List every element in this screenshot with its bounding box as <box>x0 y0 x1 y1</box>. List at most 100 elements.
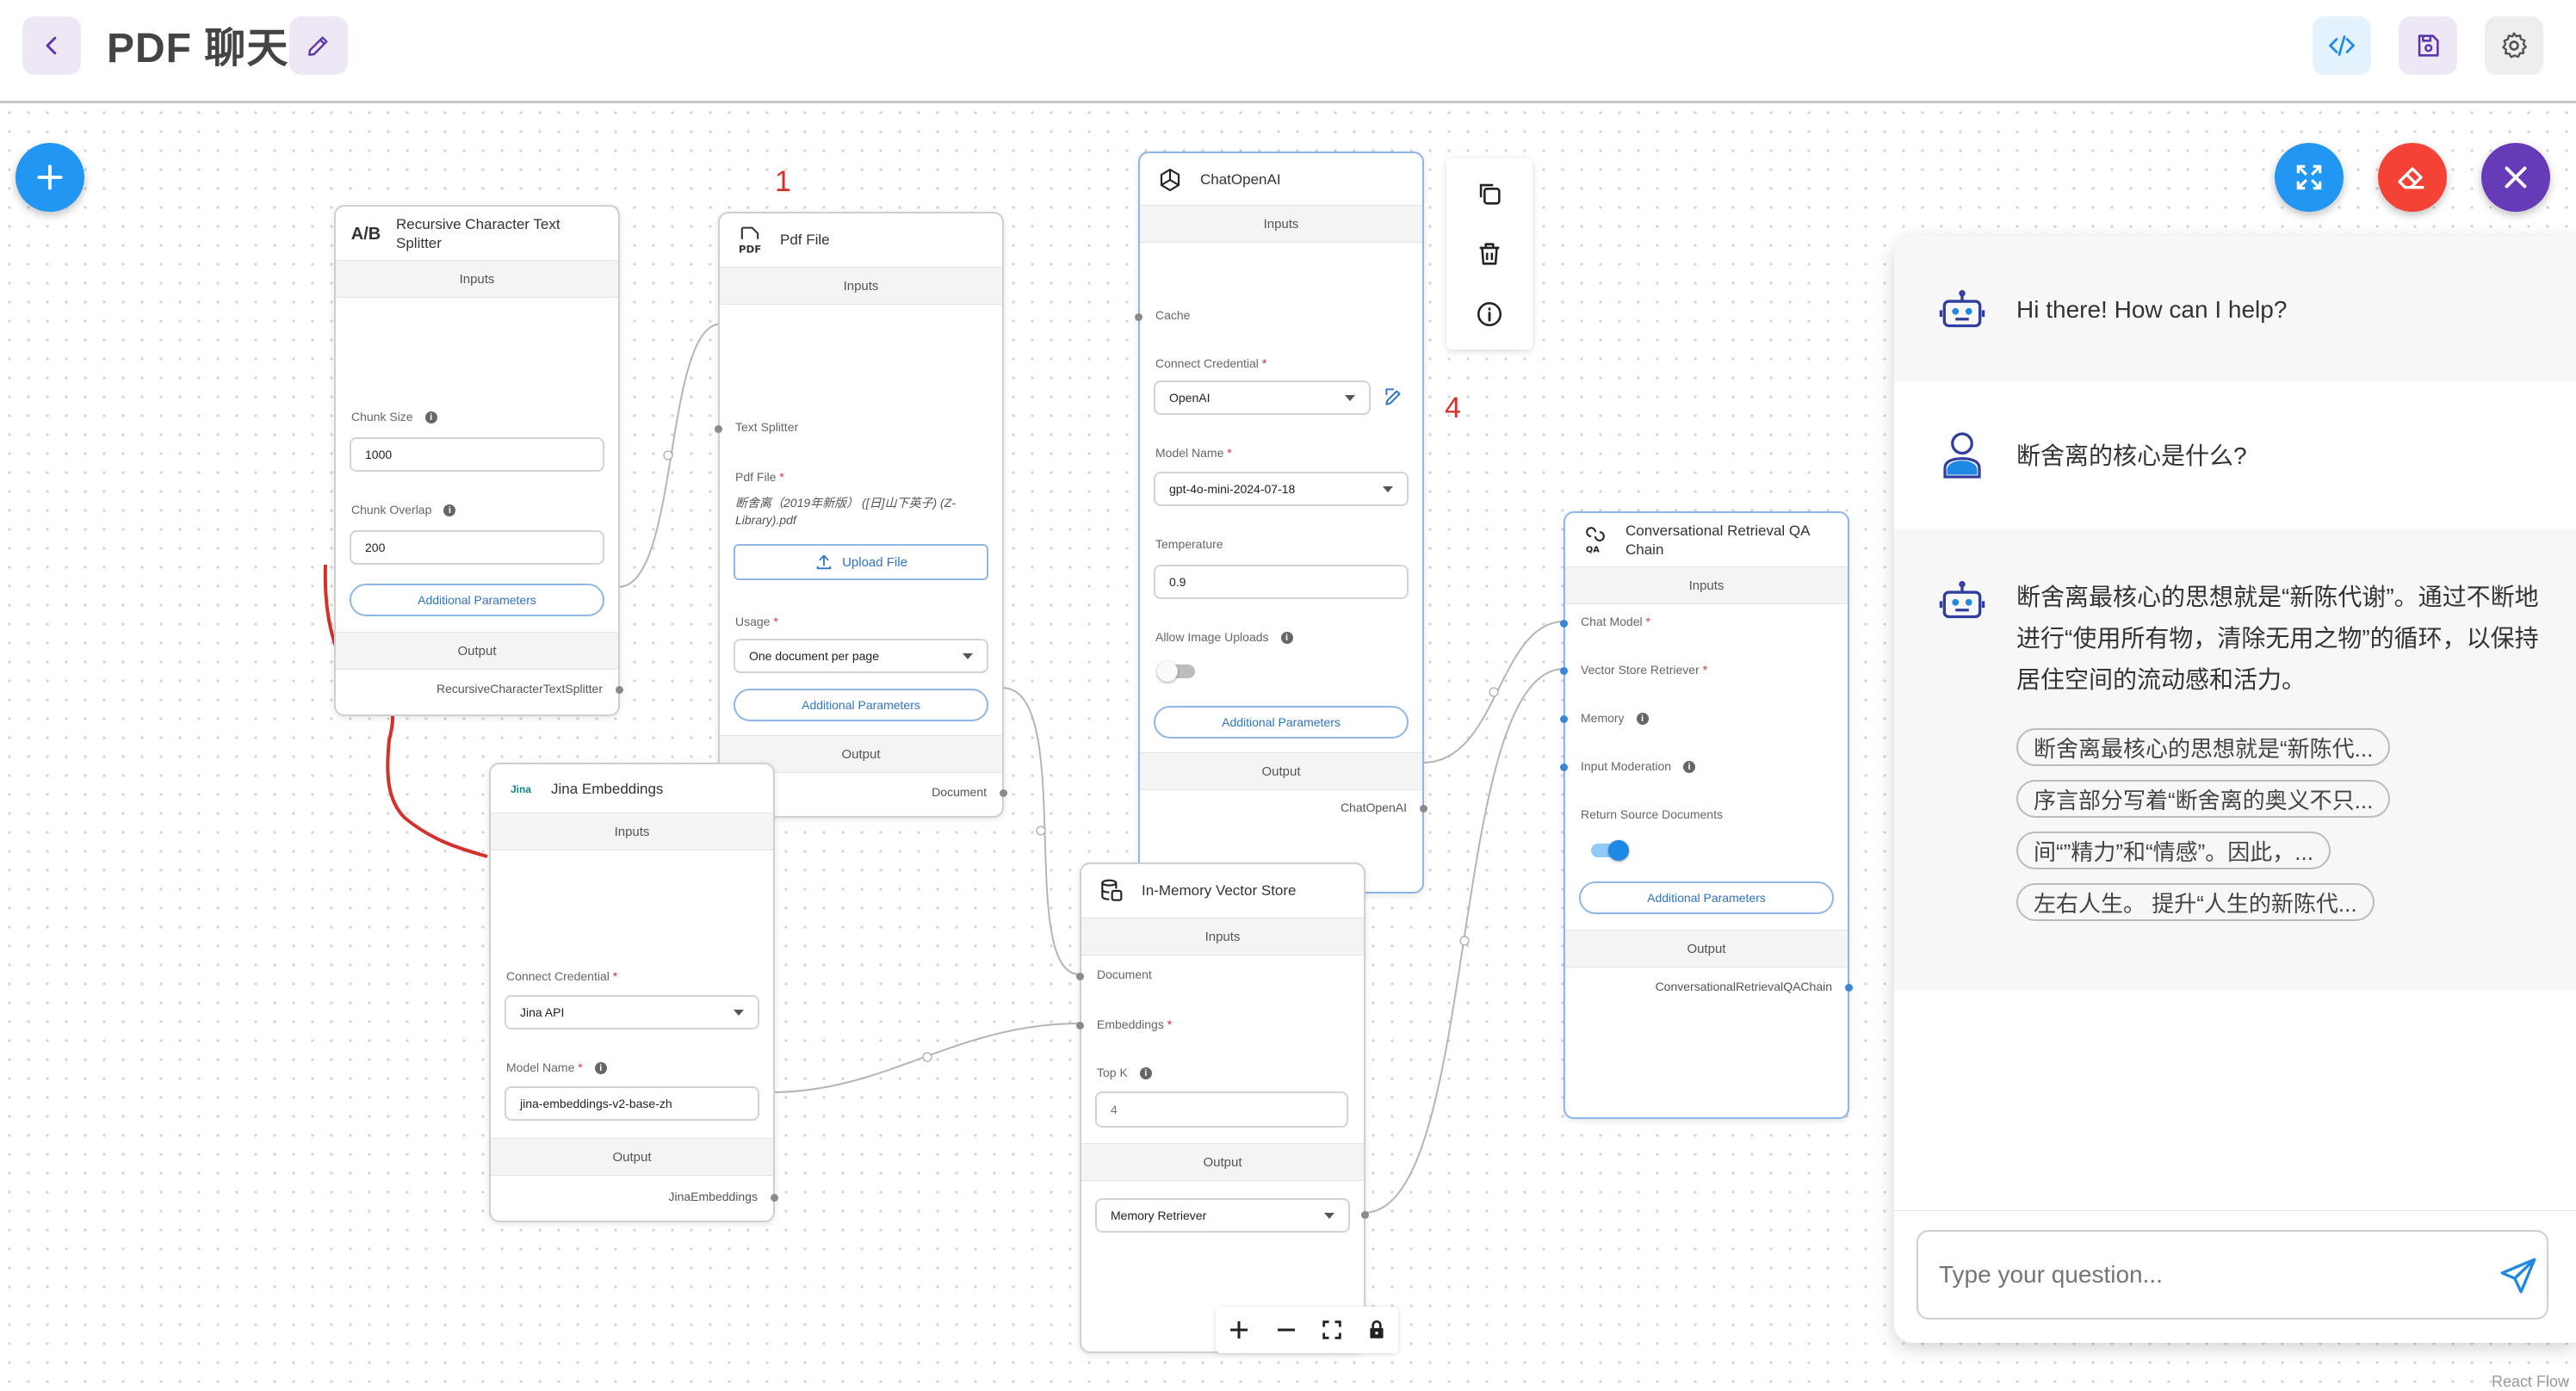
output-type-select[interactable]: Memory Retriever <box>1095 1198 1350 1233</box>
inputs-header: Inputs <box>720 267 1002 305</box>
upload-file-button[interactable]: Upload File <box>734 544 988 580</box>
output-handle[interactable] <box>1420 805 1427 813</box>
close-chat-button[interactable] <box>2481 143 2550 212</box>
input-handle-text-splitter[interactable] <box>715 425 722 433</box>
input-handle-chat-model[interactable] <box>1560 620 1568 627</box>
node-pdf-file[interactable]: PDF Pdf File Inputs Text Splitter Pdf Fi… <box>715 212 1007 818</box>
lock-icon[interactable] <box>1365 1319 1388 1341</box>
output-handle[interactable] <box>616 686 623 694</box>
source-document-chip[interactable]: 左右人生。 提升“人生的新陈代... <box>2016 883 2375 921</box>
trash-icon[interactable] <box>1475 239 1504 269</box>
back-button[interactable] <box>22 16 81 75</box>
output-name: ChatOpenAI <box>1340 801 1407 814</box>
qa-chain-icon: QA <box>1581 526 1610 555</box>
chat-message-user: 断舍离的核心是什么? <box>1894 382 2576 529</box>
additional-parameters-button[interactable]: Additional Parameters <box>350 584 604 616</box>
output-handle[interactable] <box>1845 984 1853 992</box>
caret-down-icon <box>1383 485 1393 492</box>
info-circle-icon[interactable] <box>1475 300 1504 329</box>
user-avatar-icon <box>1943 432 1981 479</box>
output-header: Output <box>1565 930 1848 968</box>
chat-message-text: 断舍离的核心是什么? <box>2016 442 2247 469</box>
output-header: Output <box>336 632 618 670</box>
additional-parameters-button[interactable]: Additional Parameters <box>1154 706 1409 739</box>
chat-message-bot: 断舍离最核心的思想就是“新陈代谢”。通过不断地进行“使用所有物，清除无用之物”的… <box>1894 529 2576 990</box>
output-header: Output <box>1081 1143 1364 1181</box>
node-chatopenai[interactable]: ChatOpenAI Inputs Cache Connect Credenti… <box>1135 151 1427 893</box>
inputs-header: Inputs <box>1565 566 1848 604</box>
chunk-size-input[interactable]: 1000 <box>350 437 604 472</box>
cache-label: Cache <box>1155 308 1191 322</box>
view-code-button[interactable] <box>2313 16 2371 75</box>
pdf-file-label: Pdf File <box>735 470 777 484</box>
model-name-select[interactable]: gpt-4o-mini-2024-07-18 <box>1154 472 1409 506</box>
eraser-icon <box>2398 167 2424 189</box>
fit-view-icon[interactable] <box>1320 1318 1344 1342</box>
input-handle-cache[interactable] <box>1135 313 1142 321</box>
clear-chat-button[interactable] <box>2378 143 2447 212</box>
chat-input[interactable] <box>1917 1230 2548 1320</box>
node-title: Pdf File <box>780 232 830 248</box>
save-button[interactable] <box>2399 16 2457 75</box>
chat-message-text: 断舍离最核心的思想就是“新陈代谢”。通过不断地进行“使用所有物，清除无用之物”的… <box>2016 584 2539 693</box>
react-flow-attribution[interactable]: React Flow <box>2492 1373 2569 1391</box>
send-icon[interactable] <box>2497 1254 2540 1297</box>
output-handle[interactable] <box>1361 1211 1369 1219</box>
source-document-chip[interactable]: 间“”精力”和“情感”。因此，... <box>2016 832 2331 869</box>
info-icon: i <box>1280 632 1293 645</box>
chat-message-bot: Hi there! How can I help? <box>1894 236 2576 382</box>
return-docs-toggle[interactable] <box>1591 840 1629 861</box>
node-recursive-text-splitter[interactable]: A/B Recursive Character Text Splitter In… <box>334 205 623 716</box>
credential-label: Connect Credential <box>506 969 610 983</box>
output-name: RecursiveCharacterTextSplitter <box>437 682 603 696</box>
jina-logo-icon: Jina <box>510 783 531 795</box>
settings-button[interactable] <box>2485 16 2543 75</box>
duplicate-icon[interactable] <box>1475 179 1504 208</box>
node-title: In-Memory Vector Store <box>1142 882 1297 899</box>
image-uploads-toggle[interactable] <box>1157 661 1195 682</box>
output-name: ConversationalRetrievalQAChain <box>1655 980 1832 993</box>
credential-label: Connect Credential <box>1155 356 1259 370</box>
source-document-chip[interactable]: 序言部分写着“断舍离的奥义不只... <box>2016 780 2391 818</box>
node-in-memory-vector-store[interactable]: In-Memory Vector Store Inputs Document E… <box>1076 862 1369 1353</box>
additional-parameters-button[interactable]: Additional Parameters <box>734 689 988 721</box>
output-header: Output <box>1140 752 1422 790</box>
edit-credential-icon[interactable] <box>1383 386 1405 408</box>
chevron-left-icon <box>46 36 57 55</box>
model-name-input[interactable]: jina-embeddings-v2-base-zh <box>505 1086 759 1121</box>
expand-icon <box>2296 164 2322 190</box>
openai-icon <box>1155 165 1185 195</box>
usage-value: One document per page <box>749 649 879 663</box>
info-icon: i <box>594 1062 607 1075</box>
chunk-size-label: Chunk Size <box>351 410 413 423</box>
credential-select[interactable]: Jina API <box>505 995 759 1029</box>
additional-parameters-button[interactable]: Additional Parameters <box>1579 881 1834 914</box>
input-handle-moderation[interactable] <box>1560 764 1568 771</box>
zoom-in-icon[interactable] <box>1226 1317 1252 1343</box>
input-handle-retriever[interactable] <box>1560 667 1568 675</box>
output-name: Document <box>932 785 987 799</box>
node-conversational-retrieval-qa-chain[interactable]: QA Conversational Retrieval QA Chain Inp… <box>1560 511 1853 1119</box>
node-jina-embeddings[interactable]: Jina Jina Embeddings Inputs Connect Cred… <box>489 763 778 1222</box>
chat-message-text: Hi there! How can I help? <box>2016 296 2288 323</box>
output-handle[interactable] <box>771 1194 778 1202</box>
input-handle-document[interactable] <box>1076 973 1084 980</box>
output-header: Output <box>491 1138 773 1176</box>
edit-title-button[interactable] <box>289 16 348 75</box>
expand-chat-button[interactable] <box>2275 143 2344 212</box>
source-document-chip[interactable]: 断舍离最核心的思想就是“新陈代... <box>2016 728 2391 766</box>
usage-select[interactable]: One document per page <box>734 639 988 673</box>
credential-select[interactable]: OpenAI <box>1154 380 1371 415</box>
input-handle-embeddings[interactable] <box>1076 1022 1084 1029</box>
add-node-button[interactable] <box>15 143 84 212</box>
temperature-input[interactable]: 0.9 <box>1154 565 1409 599</box>
caret-down-icon <box>1345 394 1355 401</box>
chunk-overlap-input[interactable]: 200 <box>350 530 604 565</box>
input-handle-memory[interactable] <box>1560 715 1568 723</box>
chat-input-area <box>1894 1210 2576 1343</box>
pdf-file-icon: PDF <box>735 226 765 255</box>
zoom-out-icon[interactable] <box>1273 1317 1299 1343</box>
output-handle[interactable] <box>1000 789 1007 797</box>
top-k-input[interactable] <box>1095 1091 1348 1128</box>
robot-icon <box>1939 581 1985 619</box>
